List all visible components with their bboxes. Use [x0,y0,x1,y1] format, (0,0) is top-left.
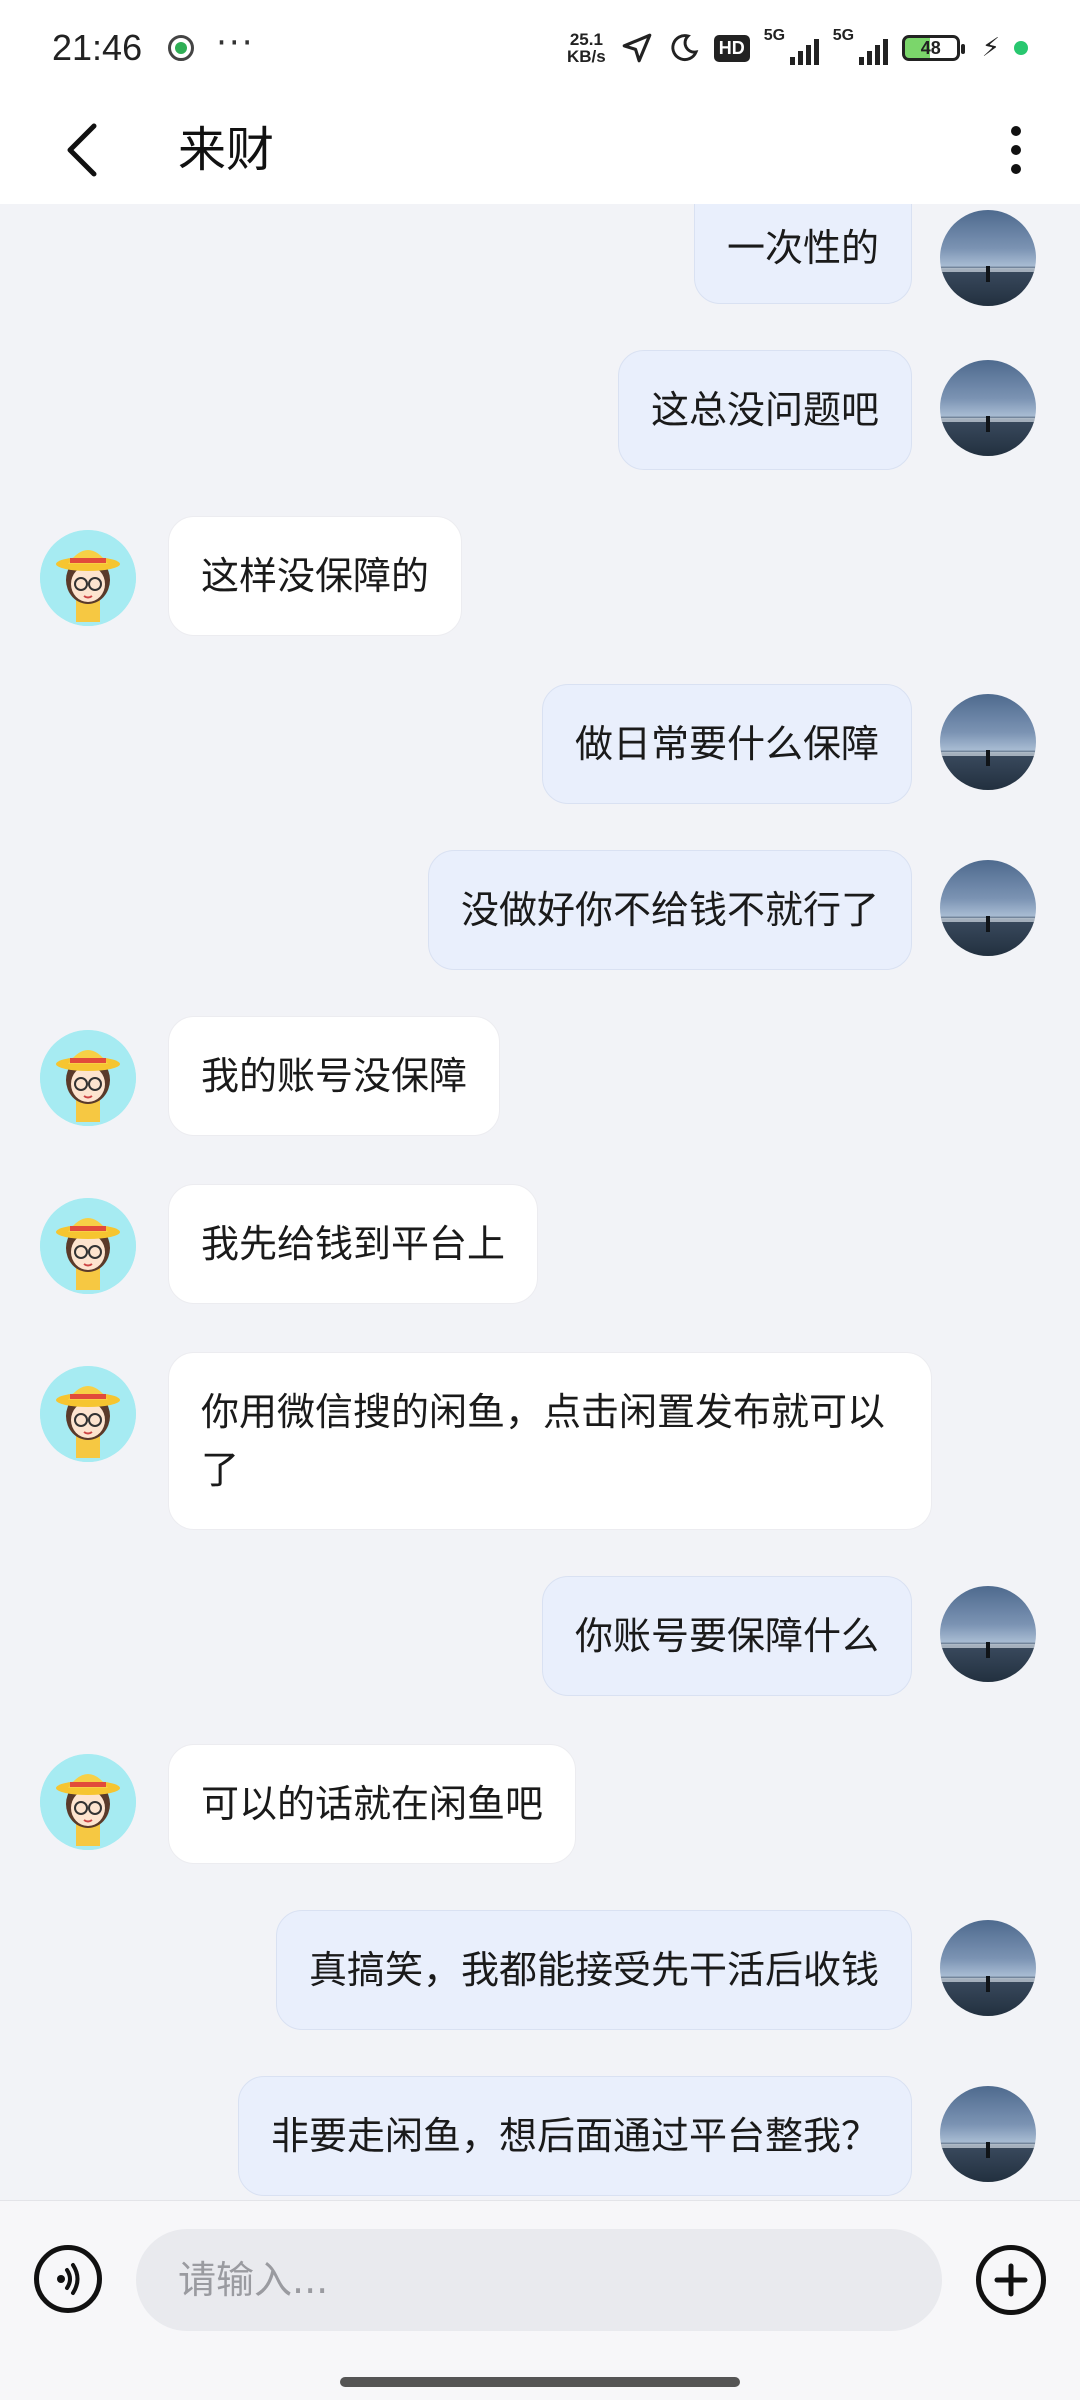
location-icon [622,33,652,63]
status-time: 21:46 [52,27,143,68]
my-avatar[interactable] [940,1586,1036,1682]
more-options-button[interactable] [998,120,1034,180]
cartoon-girl-avatar-icon [40,1754,136,1850]
contact-avatar[interactable] [40,1030,136,1126]
my-avatar[interactable] [940,360,1036,456]
my-avatar[interactable] [940,860,1036,956]
contact-avatar[interactable] [40,1198,136,1294]
received-message-bubble[interactable]: 这样没保障的 [168,516,463,636]
message-list[interactable]: 一次性的 这总没问题吧 这样没保障的 做日常要什么保障 没做好你不给钱不就行了 … [0,204,1080,2200]
voice-input-button[interactable] [34,2245,102,2313]
more-notifications-icon: ··· [216,23,255,63]
message-input-bar [0,2200,1080,2400]
sent-message-bubble[interactable]: 你账号要保障什么 [541,1576,912,1696]
contact-avatar[interactable] [40,1366,136,1462]
more-dot [1011,126,1021,136]
sent-message-bubble[interactable]: 一次性的 [693,204,912,304]
cartoon-girl-avatar-icon [40,530,136,626]
contact-avatar[interactable] [40,530,136,626]
sent-message-bubble[interactable]: 没做好你不给钱不就行了 [427,850,912,970]
contact-avatar[interactable] [40,1754,136,1850]
received-message-bubble[interactable]: 你用微信搜的闲鱼，点击闲置发布就可以了 [168,1352,932,1530]
sent-message-bubble[interactable]: 做日常要什么保障 [541,684,912,804]
my-avatar[interactable] [940,210,1036,306]
cartoon-girl-avatar-icon [40,1366,136,1462]
sent-message-bubble[interactable]: 真搞笑，我都能接受先干活后收钱 [275,1910,912,2030]
more-dot [1011,164,1021,174]
sent-message-bubble[interactable]: 这总没问题吧 [617,350,912,470]
cartoon-girl-avatar-icon [40,1030,136,1126]
signal-strength-2-icon: 5G [833,27,888,65]
network-speed-unit: KB/s [567,47,606,66]
network-speed: 25.1 KB/s [567,31,606,65]
charging-bolt-icon: ⚡ [981,33,1000,63]
battery-icon: 48 [901,35,965,61]
my-avatar[interactable] [940,1920,1036,2016]
network-speed-value: 25.1 [569,30,603,49]
signal-1-label: 5G [763,27,786,44]
signal-2-label: 5G [832,27,855,44]
sent-message-bubble[interactable]: 非要走闲鱼，想后面通过平台整我？ [237,2076,912,2196]
hd-voice-badge: HD [713,34,750,62]
status-indicators: 25.1 KB/s HD 5G 5G 48 ⚡ [567,27,1028,65]
more-dot [1011,145,1021,155]
do-not-disturb-moon-icon [671,34,699,62]
received-message-bubble[interactable]: 可以的话就在闲鱼吧 [168,1744,577,1864]
my-avatar[interactable] [940,2086,1036,2182]
add-attachment-button[interactable] [976,2245,1046,2315]
received-message-bubble[interactable]: 我的账号没保障 [168,1016,501,1136]
privacy-indicator-dot [1014,41,1028,55]
chat-header: 来财 [0,96,1080,204]
back-button[interactable] [52,118,112,182]
status-bar: 21:46 ··· 25.1 KB/s HD 5G 5G 48 ⚡ [0,0,1080,96]
voice-wave-icon [57,2263,80,2295]
message-input[interactable] [136,2229,942,2331]
signal-strength-1-icon: 5G [764,27,819,65]
received-message-bubble[interactable]: 我先给钱到平台上 [168,1184,539,1304]
app-notification-icon [168,35,195,61]
my-avatar[interactable] [940,694,1036,790]
cartoon-girl-avatar-icon [40,1198,136,1294]
home-indicator[interactable] [340,2377,740,2387]
plus-icon [994,2263,1028,2297]
chat-title: 来财 [178,122,275,178]
chevron-left-icon [67,123,97,177]
